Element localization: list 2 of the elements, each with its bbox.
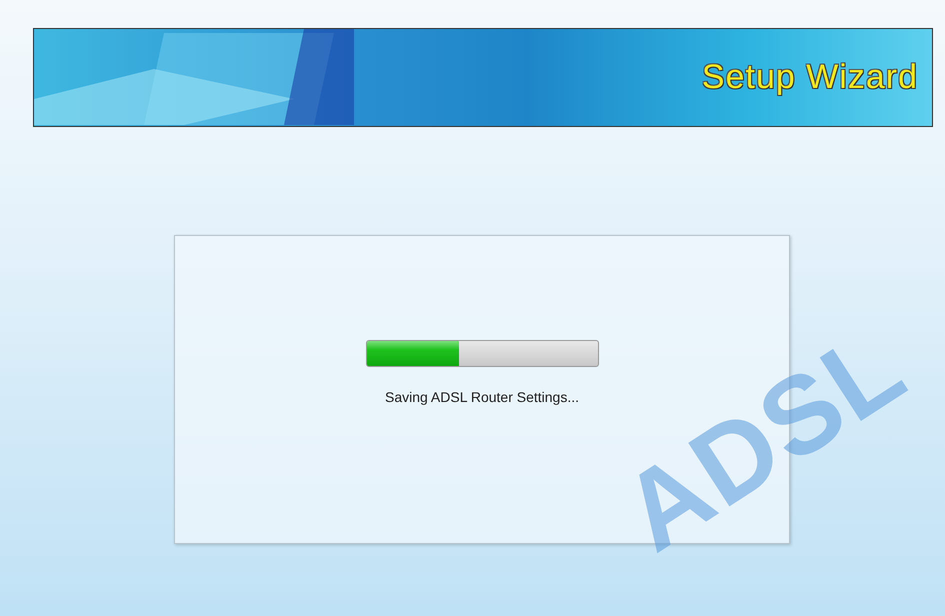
banner-title: Setup Wizard bbox=[702, 58, 918, 97]
status-message: Saving ADSL Router Settings... bbox=[384, 389, 580, 405]
